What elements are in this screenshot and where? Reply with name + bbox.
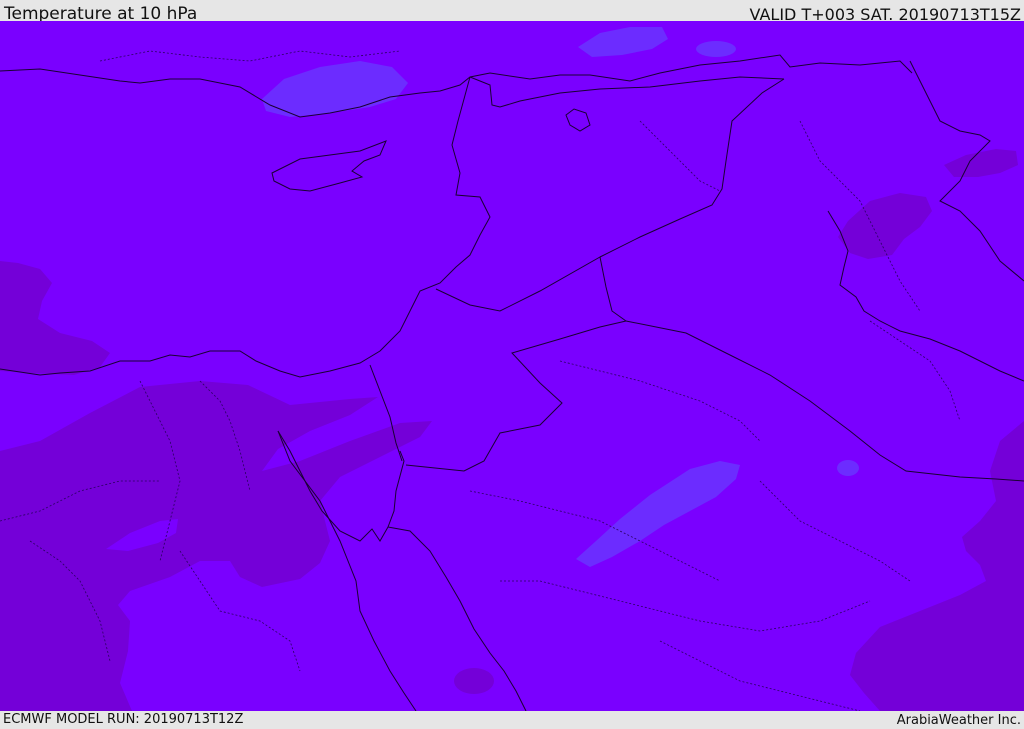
cold-region-iraq-spot [837,460,859,476]
footer-bar: ECMWF MODEL RUN: 20190713T12Z ArabiaWeat… [0,711,1024,729]
model-run-label: ECMWF MODEL RUN: 20190713T12Z [3,712,244,727]
warm-region-sudan [454,668,494,694]
base-temperature-field [0,21,1024,711]
map-canvas [0,21,1024,711]
credit-label: ArabiaWeather Inc. [896,713,1021,728]
cold-region-north [696,41,736,57]
temperature-map [0,21,1024,711]
header-bar: Temperature at 10 hPa VALID T+003 SAT. 2… [0,0,1024,24]
